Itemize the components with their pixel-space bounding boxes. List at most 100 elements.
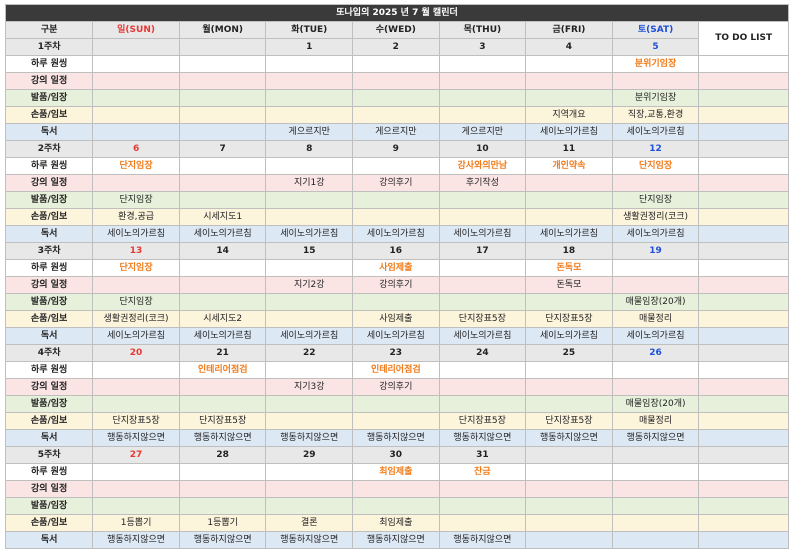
date-cell-thu[interactable]: 10	[438, 140, 527, 158]
calendar-cell-fri[interactable]: 돈독모	[525, 259, 613, 277]
todo-cell[interactable]	[698, 293, 789, 311]
calendar-cell-mon[interactable]: 인테리어점검	[178, 361, 267, 379]
date-cell-wed[interactable]: 2	[352, 38, 440, 56]
calendar-cell-wed[interactable]	[352, 106, 440, 124]
calendar-cell-thu[interactable]	[438, 497, 527, 515]
calendar-cell-wed[interactable]: 강의후기	[352, 378, 440, 396]
calendar-cell-tue[interactable]: 결론	[265, 514, 354, 532]
calendar-cell-mon[interactable]	[178, 293, 267, 311]
calendar-cell-mon[interactable]	[178, 123, 267, 141]
calendar-cell-fri[interactable]	[525, 72, 613, 90]
calendar-cell-tue[interactable]	[265, 463, 354, 481]
calendar-cell-sat[interactable]	[611, 276, 700, 294]
calendar-cell-wed[interactable]: 세이노의가르침	[352, 327, 440, 345]
todo-cell[interactable]	[698, 55, 789, 73]
calendar-cell-fri[interactable]	[525, 174, 613, 192]
todo-cell[interactable]	[698, 225, 789, 243]
calendar-cell-thu[interactable]: 단지장표5장	[438, 412, 527, 430]
date-cell-sat[interactable]: 19	[611, 242, 700, 260]
calendar-cell-tue[interactable]	[265, 293, 354, 311]
date-cell-sun[interactable]: 6	[92, 140, 180, 158]
calendar-cell-tue[interactable]	[265, 72, 354, 90]
todo-cell[interactable]	[698, 463, 789, 481]
calendar-cell-sun[interactable]	[92, 55, 180, 73]
calendar-cell-mon[interactable]: 시세지도1	[178, 208, 267, 226]
date-cell-tue[interactable]: 15	[265, 242, 354, 260]
calendar-cell-sun[interactable]	[92, 480, 180, 498]
calendar-cell-mon[interactable]: 행동하지않으면	[178, 531, 267, 549]
calendar-cell-fri[interactable]	[525, 531, 613, 549]
calendar-cell-thu[interactable]: 행동하지않으면	[438, 531, 527, 549]
calendar-cell-fri[interactable]: 세이노의가르침	[525, 327, 613, 345]
calendar-cell-thu[interactable]	[438, 514, 527, 532]
calendar-cell-sun[interactable]	[92, 174, 180, 192]
calendar-cell-wed[interactable]: 최임제출	[352, 514, 440, 532]
calendar-cell-tue[interactable]: 지기1강	[265, 174, 354, 192]
date-cell-tue[interactable]: 1	[265, 38, 354, 56]
date-cell-tue[interactable]: 8	[265, 140, 354, 158]
calendar-cell-thu[interactable]	[438, 293, 527, 311]
calendar-cell-thu[interactable]: 세이노의가르침	[438, 225, 527, 243]
date-cell-wed[interactable]: 30	[352, 446, 440, 464]
calendar-cell-wed[interactable]	[352, 208, 440, 226]
calendar-cell-mon[interactable]	[178, 157, 267, 175]
calendar-cell-sun[interactable]	[92, 72, 180, 90]
calendar-cell-mon[interactable]	[178, 191, 267, 209]
calendar-cell-sun[interactable]	[92, 123, 180, 141]
calendar-cell-mon[interactable]	[178, 89, 267, 107]
calendar-cell-tue[interactable]	[265, 395, 354, 413]
calendar-cell-sat[interactable]	[611, 72, 700, 90]
calendar-cell-sun[interactable]	[92, 106, 180, 124]
calendar-cell-sat[interactable]: 세이노의가르침	[611, 327, 700, 345]
calendar-cell-wed[interactable]	[352, 72, 440, 90]
date-cell-mon[interactable]: 21	[178, 344, 267, 362]
calendar-cell-fri[interactable]	[525, 55, 613, 73]
calendar-cell-sun[interactable]: 단지임장	[92, 191, 180, 209]
calendar-cell-thu[interactable]	[438, 480, 527, 498]
todo-cell[interactable]	[698, 531, 789, 549]
calendar-cell-tue[interactable]	[265, 208, 354, 226]
calendar-cell-fri[interactable]	[525, 480, 613, 498]
calendar-cell-fri[interactable]: 행동하지않으면	[525, 429, 613, 447]
calendar-cell-sat[interactable]	[611, 259, 700, 277]
todo-cell[interactable]	[698, 259, 789, 277]
date-cell-fri[interactable]: 4	[525, 38, 613, 56]
date-cell-thu[interactable]: 31	[438, 446, 527, 464]
calendar-cell-thu[interactable]	[438, 259, 527, 277]
calendar-cell-tue[interactable]	[265, 259, 354, 277]
calendar-cell-wed[interactable]: 행동하지않으면	[352, 531, 440, 549]
calendar-cell-thu[interactable]	[438, 208, 527, 226]
calendar-cell-sat[interactable]: 행동하지않으면	[611, 429, 700, 447]
calendar-cell-thu[interactable]	[438, 106, 527, 124]
todo-cell[interactable]	[698, 429, 789, 447]
date-cell-mon[interactable]: 7	[178, 140, 267, 158]
date-cell-fri[interactable]: 25	[525, 344, 613, 362]
calendar-cell-mon[interactable]: 세이노의가르침	[178, 327, 267, 345]
calendar-cell-tue[interactable]: 지기2강	[265, 276, 354, 294]
calendar-cell-tue[interactable]	[265, 191, 354, 209]
calendar-cell-thu[interactable]	[438, 191, 527, 209]
calendar-cell-wed[interactable]: 사임제출	[352, 310, 440, 328]
calendar-cell-mon[interactable]	[178, 480, 267, 498]
date-cell-thu[interactable]: 24	[438, 344, 527, 362]
todo-cell[interactable]	[698, 140, 789, 158]
calendar-cell-tue[interactable]	[265, 412, 354, 430]
date-cell-sun[interactable]	[92, 38, 180, 56]
calendar-cell-sun[interactable]: 단지임장	[92, 259, 180, 277]
todo-cell[interactable]	[698, 276, 789, 294]
date-cell-mon[interactable]: 28	[178, 446, 267, 464]
todo-cell[interactable]	[698, 361, 789, 379]
calendar-cell-wed[interactable]: 강의후기	[352, 174, 440, 192]
todo-cell[interactable]	[698, 480, 789, 498]
calendar-cell-sat[interactable]: 생활권정리(코크)	[611, 208, 700, 226]
calendar-cell-sat[interactable]	[611, 531, 700, 549]
calendar-cell-thu[interactable]: 강사와의만남	[438, 157, 527, 175]
calendar-cell-sat[interactable]	[611, 497, 700, 515]
date-cell-fri[interactable]: 11	[525, 140, 613, 158]
date-cell-wed[interactable]: 16	[352, 242, 440, 260]
calendar-cell-sun[interactable]: 단지임장	[92, 157, 180, 175]
calendar-cell-mon[interactable]: 세이노의가르침	[178, 225, 267, 243]
calendar-cell-tue[interactable]: 세이노의가르침	[265, 225, 354, 243]
date-cell-sat[interactable]: 12	[611, 140, 700, 158]
todo-cell[interactable]	[698, 514, 789, 532]
